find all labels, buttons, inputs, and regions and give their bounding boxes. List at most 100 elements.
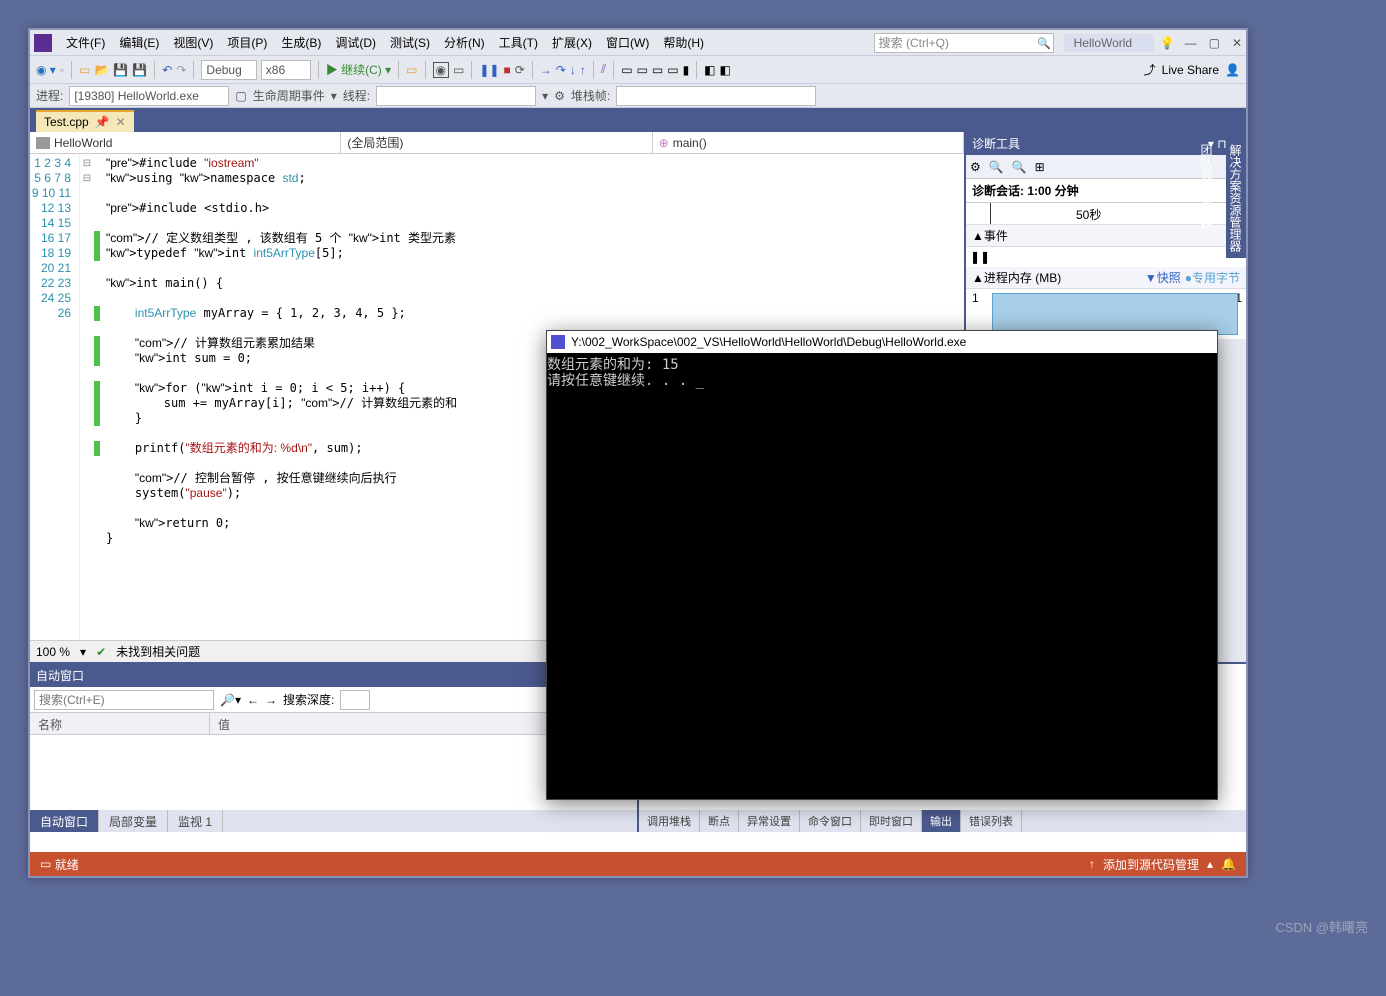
menu-item[interactable]: 视图(V) <box>167 32 219 53</box>
zoom-out-icon[interactable]: 🔍 <box>1012 160 1027 174</box>
tb-icon[interactable]: ▭ <box>453 63 464 77</box>
tab-监视 1[interactable]: 监视 1 <box>168 810 223 832</box>
tab-断点[interactable]: 断点 <box>700 810 739 832</box>
document-tabs: Test.cpp 📌 ✕ <box>30 108 1246 132</box>
zoom-dropdown[interactable]: 100 % <box>36 645 70 659</box>
notifications-icon[interactable]: 🔔 <box>1221 857 1236 871</box>
undo-icon[interactable]: ↶ <box>162 63 172 77</box>
navigation-bar: HelloWorld (全局范围) ⊕main() <box>30 132 964 154</box>
pause-icon[interactable]: ❚❚ <box>970 250 990 264</box>
nav-project-dropdown[interactable]: HelloWorld <box>30 132 341 153</box>
menu-item[interactable]: 扩展(X) <box>546 32 598 53</box>
bottom-left-tabs: 自动窗口局部变量监视 1 <box>30 810 637 832</box>
tab-自动窗口[interactable]: 自动窗口 <box>30 810 99 832</box>
menu-item[interactable]: 文件(F) <box>60 32 111 53</box>
reset-icon[interactable]: ⊞ <box>1035 160 1045 174</box>
tb-icon[interactable]: ▭ <box>667 63 678 77</box>
menu-item[interactable]: 帮助(H) <box>657 32 710 53</box>
menu-item[interactable]: 窗口(W) <box>600 32 655 53</box>
autos-search-input[interactable] <box>34 690 214 710</box>
tb-icon[interactable]: ▭ <box>621 63 632 77</box>
feedback-icon[interactable]: 👤 <box>1225 63 1240 77</box>
pin-icon[interactable]: 📌 <box>95 115 110 129</box>
tab-输出[interactable]: 输出 <box>922 810 961 832</box>
nav-scope-dropdown[interactable]: (全局范围) <box>341 132 652 153</box>
step-icon[interactable]: → <box>540 63 552 77</box>
diag-memory-header[interactable]: ▲进程内存 (MB) ▼快照 ●专用字节 <box>966 267 1246 289</box>
tb-icon[interactable]: ▭ <box>652 63 663 77</box>
search-icon[interactable]: 🔎▾ <box>220 693 241 707</box>
notification-icon[interactable]: 💡 <box>1160 36 1175 50</box>
search-depth-dropdown[interactable] <box>340 690 370 710</box>
close-tab-icon[interactable]: ✕ <box>116 115 126 129</box>
col-value[interactable]: 值 <box>210 713 587 734</box>
tb-icon[interactable]: ⫽ <box>601 62 606 77</box>
settings-icon[interactable]: ⚙ <box>970 160 981 174</box>
zoom-in-icon[interactable]: 🔍 <box>989 160 1004 174</box>
tab-错误列表[interactable]: 错误列表 <box>961 810 1022 832</box>
console-title-text: Y:\002_WorkSpace\002_VS\HelloWorld\Hello… <box>571 335 966 349</box>
console-titlebar[interactable]: Y:\002_WorkSpace\002_VS\HelloWorld\Hello… <box>547 331 1217 353</box>
tb-icon[interactable]: ⚙ <box>554 89 565 103</box>
tb-icon[interactable]: ▮ <box>683 63 690 77</box>
col-name[interactable]: 名称 <box>30 713 210 734</box>
tab-异常设置[interactable]: 异常设置 <box>739 810 800 832</box>
menu-item[interactable]: 分析(N) <box>438 32 491 53</box>
tb-icon[interactable]: ◉ <box>433 62 449 78</box>
back-icon[interactable]: ◉ ▾ <box>36 63 56 77</box>
step-into-icon[interactable]: ↓ <box>570 63 576 77</box>
save-icon[interactable]: 💾 <box>113 63 128 77</box>
process-dropdown[interactable]: [19380] HelloWorld.exe <box>69 86 229 106</box>
redo-icon[interactable]: ↷ <box>176 63 186 77</box>
tab-即时窗口[interactable]: 即时窗口 <box>861 810 922 832</box>
stackframe-dropdown[interactable] <box>616 86 816 106</box>
close-button[interactable]: ✕ <box>1232 36 1242 50</box>
new-icon[interactable]: ▭ <box>79 63 90 77</box>
scm-icon[interactable]: ↑ <box>1089 857 1095 871</box>
lifecycle-icon[interactable]: ▢ <box>235 89 246 103</box>
stop-icon[interactable]: ■ <box>503 63 510 77</box>
menu-item[interactable]: 编辑(E) <box>113 32 165 53</box>
menu-item[interactable]: 工具(T) <box>493 32 544 53</box>
tb-icon[interactable]: ▾ <box>542 89 548 103</box>
pause-icon[interactable]: ❚❚ <box>479 63 499 77</box>
file-tab-test-cpp[interactable]: Test.cpp 📌 ✕ <box>36 110 134 132</box>
menu-item[interactable]: 生成(B) <box>275 32 327 53</box>
maximize-button[interactable]: ▢ <box>1209 36 1220 50</box>
tb-icon[interactable]: ▭ <box>406 63 417 77</box>
window-controls: — ▢ ✕ <box>1185 36 1242 50</box>
right-side-tabs[interactable]: 解决方案资源管理器团队资源管理器 <box>1226 138 1246 258</box>
menu-item[interactable]: 测试(S) <box>384 32 436 53</box>
tb-icon[interactable]: ▭ <box>637 63 648 77</box>
solution-name: HelloWorld <box>1064 34 1154 52</box>
diag-events-header[interactable]: ▲事件 <box>966 225 1246 247</box>
restart-icon[interactable]: ⟳ <box>515 63 525 77</box>
tab-调用堆栈[interactable]: 调用堆栈 <box>639 810 700 832</box>
live-share-button[interactable]: Live Share <box>1162 63 1219 77</box>
menu-item[interactable]: 项目(P) <box>221 32 273 53</box>
fold-column[interactable]: ⊟ ⊟ <box>80 154 94 640</box>
step-over-icon[interactable]: ↷ <box>556 63 566 77</box>
nav-back-icon[interactable]: ← <box>247 693 259 707</box>
tb-icon[interactable]: ◧ <box>704 63 715 77</box>
minimize-button[interactable]: — <box>1185 36 1197 50</box>
platform-dropdown[interactable]: x86 <box>261 60 311 80</box>
config-dropdown[interactable]: Debug <box>201 60 256 80</box>
continue-button[interactable]: ▶ 继续(C) ▾ <box>326 61 391 78</box>
live-share-icon[interactable]: ⤴ <box>1144 61 1156 78</box>
step-out-icon[interactable]: ↑ <box>580 63 586 77</box>
tab-命令窗口[interactable]: 命令窗口 <box>800 810 861 832</box>
quick-search-input[interactable]: 搜索 (Ctrl+Q) <box>874 33 1054 53</box>
forward-icon[interactable]: ◦ <box>60 63 64 77</box>
scm-button[interactable]: 添加到源代码管理 <box>1103 856 1199 873</box>
open-icon[interactable]: 📂 <box>94 63 109 77</box>
save-all-icon[interactable]: 💾 <box>132 63 147 77</box>
menu-item[interactable]: 调试(D) <box>329 32 382 53</box>
thread-dropdown[interactable] <box>376 86 536 106</box>
nav-function-dropdown[interactable]: ⊕main() <box>653 132 964 153</box>
tab-局部变量[interactable]: 局部变量 <box>99 810 168 832</box>
nav-fwd-icon[interactable]: → <box>265 693 277 707</box>
tb-icon[interactable]: ◧ <box>720 63 731 77</box>
console-icon <box>551 335 565 349</box>
console-window[interactable]: Y:\002_WorkSpace\002_VS\HelloWorld\Hello… <box>546 330 1218 800</box>
